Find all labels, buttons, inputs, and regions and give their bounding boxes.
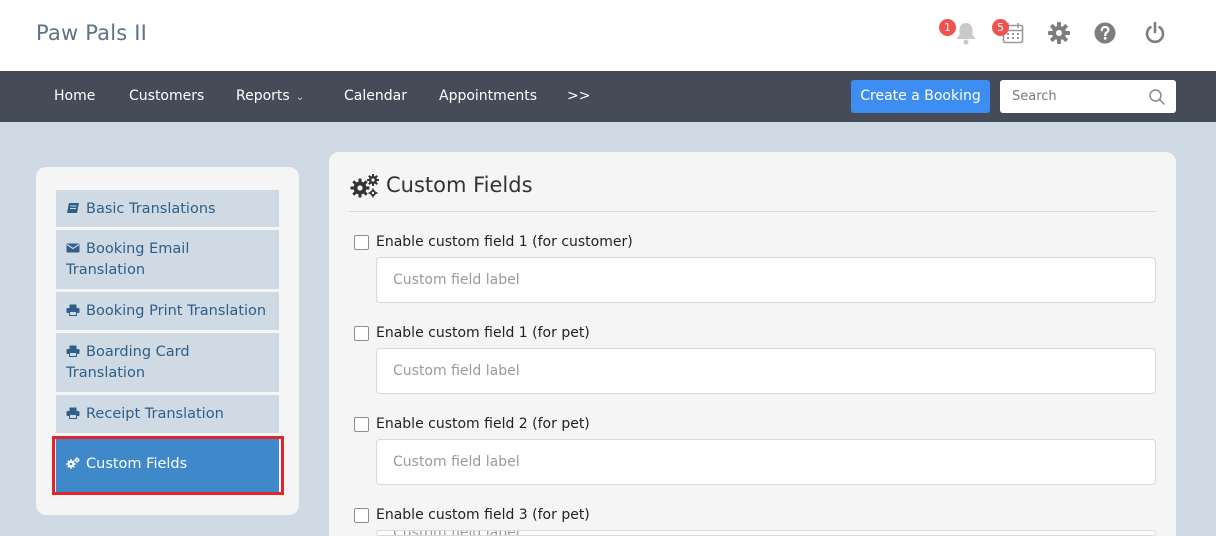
sidebar-item-booking-email-translation[interactable]: Booking Email Translation — [56, 230, 279, 289]
top-header: Paw Pals II 1 5 — [0, 0, 1216, 71]
gear-icon — [1048, 22, 1070, 44]
sidebar-item-label: Booking Print Translation — [86, 303, 267, 319]
nav-more[interactable]: >> — [567, 88, 590, 104]
sidebar-item-basic-translations[interactable]: Basic Translations — [56, 190, 279, 227]
print-icon — [66, 304, 80, 316]
enable-custom-field-3-pet-checkbox[interactable] — [354, 508, 369, 523]
enable-custom-field-1-customer-label: Enable custom field 1 (for customer) — [376, 234, 633, 250]
custom-field-1-pet-input[interactable] — [376, 348, 1156, 394]
sidebar-item-booking-print-translation[interactable]: Booking Print Translation — [56, 292, 279, 330]
custom-field-3-pet-input[interactable] — [376, 530, 1156, 536]
book-icon — [67, 203, 79, 213]
nav-reports[interactable]: Reports ⌄ — [236, 88, 304, 104]
enable-custom-field-1-customer-checkbox[interactable] — [354, 235, 369, 250]
sidebar-item-receipt-translation[interactable]: Receipt Translation — [56, 395, 279, 433]
enable-custom-field-1-pet-checkbox[interactable] — [354, 326, 369, 341]
help-icon — [1094, 22, 1116, 44]
chevron-down-icon: ⌄ — [295, 92, 305, 103]
custom-field-2-pet-input[interactable] — [376, 439, 1156, 485]
enable-custom-field-1-pet-label: Enable custom field 1 (for pet) — [376, 325, 590, 341]
sidebar-item-boarding-card-translation[interactable]: Boarding Card Translation — [56, 333, 279, 392]
bell-icon — [957, 23, 975, 45]
help-button[interactable] — [1092, 20, 1118, 46]
selection-highlight — [52, 436, 284, 495]
notifications-button[interactable] — [953, 20, 979, 46]
sidebar-item-label: Booking Email Translation — [66, 241, 190, 278]
sidebar-item-label: Basic Translations — [86, 201, 216, 217]
search-icon[interactable] — [1148, 88, 1166, 106]
print-icon — [66, 345, 80, 357]
custom-field-1-customer-input[interactable] — [376, 257, 1156, 303]
enable-custom-field-2-pet-label: Enable custom field 2 (for pet) — [376, 416, 590, 432]
sidebar-item-label: Receipt Translation — [86, 406, 224, 422]
nav-calendar[interactable]: Calendar — [344, 88, 407, 104]
nav-reports-label: Reports — [236, 88, 290, 104]
nav-appointments[interactable]: Appointments — [439, 88, 537, 104]
enable-custom-field-3-pet-label: Enable custom field 3 (for pet) — [376, 507, 590, 523]
envelope-icon — [66, 243, 80, 253]
nav-home[interactable]: Home — [54, 88, 95, 104]
title-divider — [349, 211, 1156, 212]
settings-button[interactable] — [1046, 20, 1072, 46]
app-title: Paw Pals II — [36, 21, 148, 45]
nav-customers[interactable]: Customers — [129, 88, 204, 104]
enable-custom-field-2-pet-checkbox[interactable] — [354, 417, 369, 432]
page-title: Custom Fields — [386, 173, 533, 197]
gears-icon — [350, 174, 379, 198]
search-box — [1000, 80, 1176, 113]
print-icon — [66, 407, 80, 419]
search-input[interactable] — [1000, 80, 1140, 113]
calendar-badge: 5 — [992, 19, 1009, 36]
notifications-badge: 1 — [939, 19, 956, 36]
power-icon — [1145, 21, 1165, 44]
create-booking-button[interactable]: Create a Booking — [851, 80, 990, 113]
logout-button[interactable] — [1142, 20, 1168, 46]
sidebar-item-label: Boarding Card Translation — [66, 344, 190, 381]
